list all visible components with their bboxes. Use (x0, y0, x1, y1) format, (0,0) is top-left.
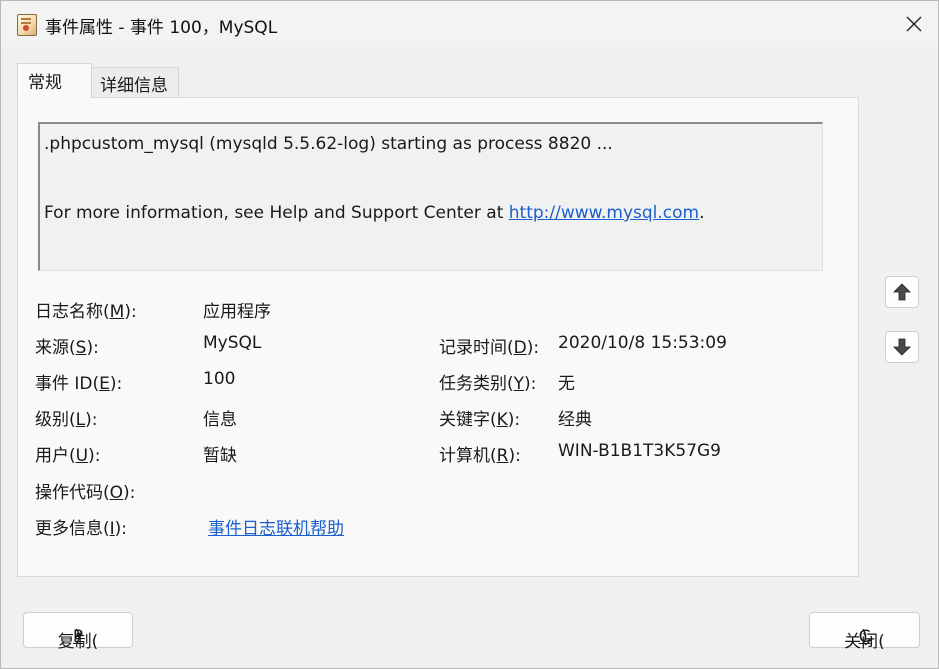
task-category-value: 无 (558, 374, 575, 394)
event-id-value: 100 (203, 369, 236, 389)
log-name-value: 应用程序 (203, 302, 271, 322)
next-event-button[interactable] (885, 331, 919, 363)
general-tab-panel: .phpcustom_mysql (mysqld 5.5.62-log) sta… (17, 97, 859, 577)
tab-general[interactable]: 常规 (17, 63, 92, 98)
task-category-label: 任务类别(Y): (439, 374, 537, 394)
previous-event-button[interactable] (885, 276, 919, 308)
user-value: 暂缺 (203, 446, 237, 466)
event-id-label: 事件 ID(E): (35, 374, 123, 394)
computer-label: 计算机(R): (439, 446, 521, 466)
mysql-website-link[interactable]: http://www.mysql.com (509, 203, 699, 223)
source-label: 来源(S): (35, 338, 99, 358)
event-log-online-help-link[interactable]: 事件日志联机帮助 (208, 514, 344, 539)
logged-value: 2020/10/8 15:53:09 (558, 333, 727, 353)
event-properties-window: 事件属性 - 事件 100，MySQL 常规 详细信息 .phpcustom_m… (0, 0, 939, 669)
arrow-up-icon (893, 283, 911, 301)
level-label: 级别(L): (35, 410, 98, 430)
description-line-2-prefix: For more information, see Help and Suppo… (44, 203, 509, 223)
window-close-button[interactable] (891, 7, 937, 41)
description-line-1: .phpcustom_mysql (mysqld 5.5.62-log) sta… (44, 134, 613, 154)
arrow-down-icon (893, 338, 911, 356)
logged-label: 记录时间(D): (439, 338, 540, 358)
opcode-label: 操作代码(O): (35, 483, 136, 503)
keywords-value: 经典 (558, 410, 592, 430)
event-viewer-app-icon (17, 14, 37, 36)
description-line-2-suffix: . (699, 203, 705, 223)
tab-details-label: 详细信息 (100, 76, 168, 96)
keywords-label: 关键字(K): (439, 410, 521, 430)
source-value: MySQL (203, 333, 262, 353)
user-label: 用户(U): (35, 446, 101, 466)
close-button[interactable]: 关闭(C) (809, 612, 920, 652)
tab-details[interactable]: 详细信息 (91, 67, 179, 98)
computer-value: WIN-B1B1T3K57G9 (558, 441, 721, 461)
more-info-label: 更多信息(I): (35, 519, 128, 539)
event-description-box[interactable]: .phpcustom_mysql (mysqld 5.5.62-log) sta… (38, 122, 823, 271)
copy-button[interactable]: 复制(P) (23, 612, 133, 652)
log-name-label: 日志名称(M): (35, 302, 137, 322)
level-value: 信息 (203, 410, 237, 430)
close-icon (906, 16, 922, 32)
tab-general-label: 常规 (28, 73, 62, 93)
title-bar[interactable]: 事件属性 - 事件 100，MySQL (1, 1, 938, 47)
window-title: 事件属性 - 事件 100，MySQL (45, 18, 278, 38)
description-line-2: For more information, see Help and Suppo… (44, 203, 705, 223)
